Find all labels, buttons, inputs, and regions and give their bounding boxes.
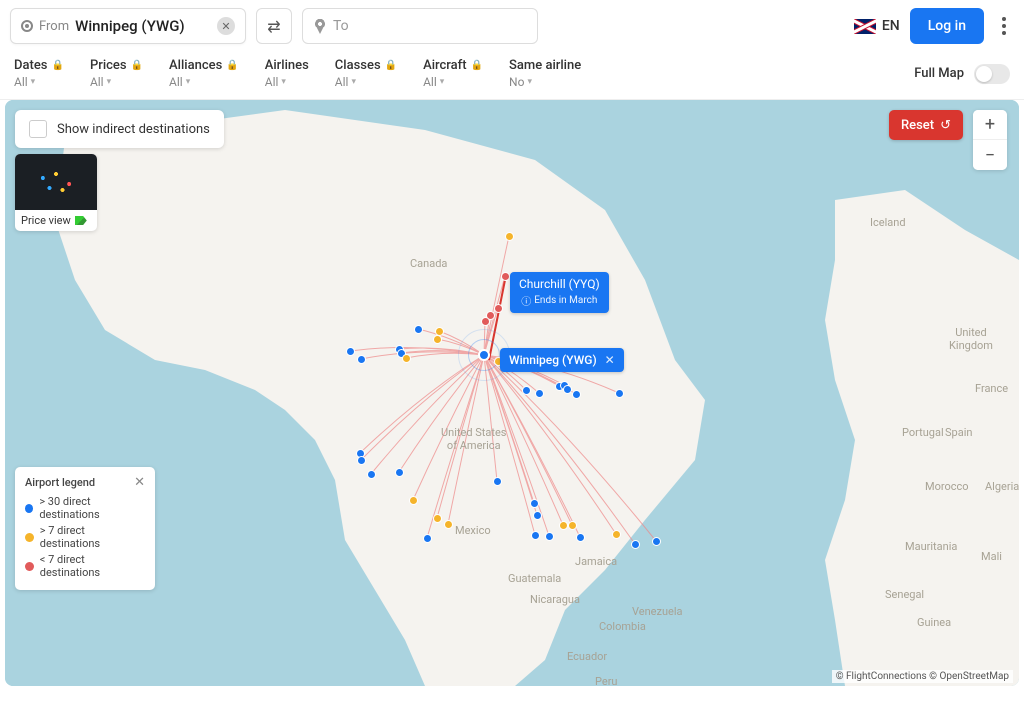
destination-marker[interactable] <box>631 540 640 549</box>
destination-marker[interactable] <box>357 355 366 364</box>
dest-bubble-title: Churchill (YYQ) <box>519 277 600 291</box>
filter-airlines[interactable]: AirlinesAll▾ <box>265 58 309 89</box>
destination-marker[interactable] <box>568 521 577 530</box>
chevron-down-icon: ▾ <box>281 77 286 87</box>
destination-marker[interactable] <box>545 532 554 541</box>
lock-icon: 🔒 <box>226 60 238 71</box>
filter-alliances[interactable]: Alliances🔒All▾ <box>169 58 239 89</box>
destination-marker[interactable] <box>535 389 544 398</box>
destination-marker[interactable] <box>494 304 503 313</box>
login-button[interactable]: Log in <box>910 8 984 44</box>
filter-classes[interactable]: Classes🔒All▾ <box>335 58 397 89</box>
destination-marker[interactable] <box>414 325 423 334</box>
destination-marker[interactable] <box>501 272 510 281</box>
destination-marker[interactable] <box>395 468 404 477</box>
uk-flag-icon <box>854 19 876 34</box>
to-input[interactable]: To <box>302 8 538 44</box>
destination-marker[interactable] <box>433 335 442 344</box>
destination-marker[interactable] <box>444 520 453 529</box>
chevron-down-icon: ▾ <box>186 77 191 87</box>
legend-item: > 30 direct destinations <box>25 495 145 521</box>
destination-marker[interactable] <box>530 499 539 508</box>
origin-marker[interactable] <box>478 349 490 361</box>
filter-prices[interactable]: Prices🔒All▾ <box>90 58 143 89</box>
destination-marker[interactable] <box>652 537 661 546</box>
destination-marker[interactable] <box>615 389 624 398</box>
destination-marker[interactable] <box>481 317 490 326</box>
destination-marker[interactable] <box>346 347 355 356</box>
price-view-thumb <box>15 154 97 210</box>
show-indirect-label: Show indirect destinations <box>57 122 210 137</box>
show-indirect-checkbox[interactable] <box>29 120 47 138</box>
airport-legend: Airport legend ✕ > 30 direct destinations… <box>15 467 155 590</box>
chevron-down-icon: ▾ <box>351 77 356 87</box>
destination-marker[interactable] <box>423 534 432 543</box>
lock-icon: 🔒 <box>51 60 63 71</box>
close-origin-bubble-icon[interactable]: ✕ <box>605 353 615 367</box>
destination-marker[interactable] <box>576 533 585 542</box>
show-indirect-panel: Show indirect destinations <box>15 110 224 148</box>
zoom-out-button[interactable]: − <box>973 140 1007 170</box>
filter-aircraft[interactable]: Aircraft🔒All▾ <box>423 58 483 89</box>
destination-marker[interactable] <box>409 496 418 505</box>
destination-marker[interactable] <box>612 530 621 539</box>
destination-marker[interactable] <box>531 531 540 540</box>
legend-item: > 7 direct destinations <box>25 524 145 550</box>
from-input[interactable]: From Winnipeg (YWG) ✕ <box>10 8 246 44</box>
close-legend-icon[interactable]: ✕ <box>134 475 145 490</box>
price-view-button[interactable]: Price view <box>15 154 97 231</box>
reset-button[interactable]: Reset↺ <box>889 110 963 140</box>
destination-marker[interactable] <box>505 232 514 241</box>
origin-bubble-label: Winnipeg (YWG) <box>509 353 597 367</box>
language-code: EN <box>882 18 900 34</box>
reset-icon: ↺ <box>940 118 951 133</box>
fullmap-toggle[interactable] <box>974 64 1010 84</box>
chevron-down-icon: ▾ <box>31 77 36 87</box>
filter-dates[interactable]: Dates🔒All▾ <box>14 58 64 89</box>
filter-same-airline[interactable]: Same airlineNo▾ <box>509 58 581 89</box>
destination-marker[interactable] <box>533 511 542 520</box>
from-value: Winnipeg (YWG) <box>75 17 211 35</box>
destination-marker[interactable] <box>559 521 568 530</box>
origin-bubble[interactable]: Winnipeg (YWG) ✕ <box>500 348 624 372</box>
clear-from-icon[interactable]: ✕ <box>217 17 235 35</box>
zoom-controls: + − <box>973 110 1007 170</box>
lock-icon: 🔒 <box>471 60 483 71</box>
fullmap-label: Full Map <box>914 66 964 81</box>
destination-marker[interactable] <box>357 456 366 465</box>
destination-marker[interactable] <box>563 385 572 394</box>
chevron-down-icon: ▾ <box>527 77 532 87</box>
destination-marker[interactable] <box>402 354 411 363</box>
lock-icon: 🔒 <box>131 60 143 71</box>
info-icon: ⓘ <box>521 293 531 308</box>
swap-button[interactable]: ⇄ <box>256 8 292 44</box>
legend-item: < 7 direct destinations <box>25 553 145 579</box>
destination-pin-icon <box>315 19 325 33</box>
menu-button[interactable] <box>994 17 1014 35</box>
map-attribution: © FlightConnections © OpenStreetMap <box>832 670 1013 683</box>
map[interactable]: Canada United States of America Mexico G… <box>5 100 1019 686</box>
from-label: From <box>39 19 69 34</box>
chevron-down-icon: ▾ <box>440 77 445 87</box>
to-label: To <box>333 18 349 34</box>
destination-marker[interactable] <box>493 477 502 486</box>
destination-marker[interactable] <box>367 470 376 479</box>
price-view-label: Price view <box>21 214 71 227</box>
zoom-in-button[interactable]: + <box>973 110 1007 140</box>
destination-marker[interactable] <box>572 390 581 399</box>
chevron-down-icon: ▾ <box>107 77 112 87</box>
language-selector[interactable]: EN <box>854 18 900 34</box>
destination-marker[interactable] <box>522 386 531 395</box>
lock-icon: 🔒 <box>385 60 397 71</box>
origin-icon <box>21 20 33 32</box>
dest-bubble-sub: Ends in March <box>534 295 597 306</box>
legend-title: Airport legend <box>25 476 95 489</box>
destination-bubble[interactable]: Churchill (YYQ) ⓘEnds in March <box>510 272 609 313</box>
map-canvas <box>5 100 1019 686</box>
price-tag-icon <box>75 216 87 225</box>
destination-marker[interactable] <box>433 514 442 523</box>
